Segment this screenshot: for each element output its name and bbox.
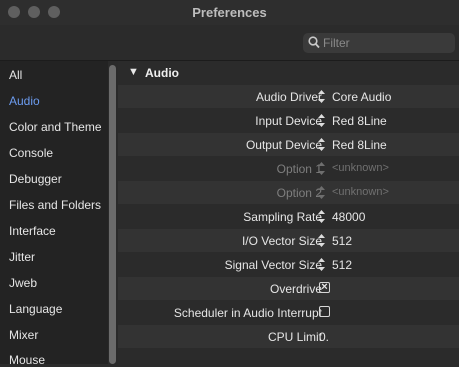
sidebar-item-mixer[interactable]: Mixer xyxy=(9,328,38,342)
setting-label: CPU Limit xyxy=(267,330,322,344)
setting-row-option-1: Option 1 <unknown> xyxy=(118,157,459,180)
stepper-icon[interactable] xyxy=(317,208,326,225)
setting-value[interactable]: Red 8Line xyxy=(332,138,387,152)
sidebar-item-interface[interactable]: Interface xyxy=(9,224,56,238)
setting-row-input-device: Input Device Red 8Line xyxy=(118,109,459,132)
setting-row-option-2: Option 2 <unknown> xyxy=(118,181,459,204)
setting-value[interactable]: Core Audio xyxy=(332,90,391,104)
stepper-icon[interactable] xyxy=(317,136,326,153)
setting-row-audio-driver: Audio Driver Core Audio xyxy=(118,85,459,108)
setting-row-overdrive: Overdrive × xyxy=(118,277,459,300)
search-icon xyxy=(308,36,320,54)
setting-label: Audio Driver xyxy=(255,90,322,104)
setting-label: Output Device xyxy=(245,138,322,152)
stepper-icon[interactable] xyxy=(317,112,326,129)
setting-value[interactable]: 512 xyxy=(332,234,352,248)
setting-row-io-vector-size: I/O Vector Size 512 xyxy=(118,229,459,252)
disclosure-triangle-icon[interactable]: ▼ xyxy=(128,66,139,78)
setting-value[interactable]: Red 8Line xyxy=(332,114,387,128)
setting-label: I/O Vector Size xyxy=(241,234,322,248)
setting-label: Overdrive xyxy=(269,282,322,296)
scheduler-in-audio-interrupt-checkbox[interactable] xyxy=(319,306,330,317)
overdrive-checkbox[interactable]: × xyxy=(319,281,330,293)
sidebar-item-language[interactable]: Language xyxy=(9,302,62,316)
sidebar-item-jweb[interactable]: Jweb xyxy=(9,276,37,290)
setting-value[interactable]: 512 xyxy=(332,258,352,272)
checkmark-x-icon: × xyxy=(321,281,328,293)
sidebar-item-files-and-folders[interactable]: Files and Folders xyxy=(9,198,101,212)
search-placeholder: Filter xyxy=(323,36,350,50)
sidebar-item-debugger[interactable]: Debugger xyxy=(9,172,62,186)
stepper-icon[interactable] xyxy=(317,88,326,105)
setting-row-signal-vector-size: Signal Vector Size 512 xyxy=(118,253,459,276)
section-title: Audio xyxy=(145,66,179,80)
sidebar-item-console[interactable]: Console xyxy=(9,146,53,160)
setting-label: Signal Vector Size xyxy=(224,258,322,272)
setting-label: Scheduler in Audio Interrupt xyxy=(173,306,322,320)
sidebar-item-audio[interactable]: Audio xyxy=(9,94,40,108)
stepper-icon[interactable] xyxy=(317,232,326,249)
setting-row-scheduler-in-audio-interrupt: Scheduler in Audio Interrupt xyxy=(118,301,459,324)
sidebar-item-mouse[interactable]: Mouse xyxy=(9,353,45,367)
window-title: Preferences xyxy=(192,5,267,20)
setting-row-cpu-limit: CPU Limit 0. xyxy=(118,325,459,348)
setting-row-output-device: Output Device Red 8Line xyxy=(118,133,459,156)
sidebar-item-color-and-theme[interactable]: Color and Theme xyxy=(9,120,102,134)
search-field[interactable]: Filter xyxy=(303,33,455,53)
setting-label: Input Device xyxy=(255,114,322,128)
sidebar-item-jitter[interactable]: Jitter xyxy=(9,250,35,264)
cpu-limit-field[interactable]: 0. xyxy=(319,330,329,344)
setting-label: Option 2 xyxy=(276,186,322,200)
section-header-audio[interactable]: ▼ Audio xyxy=(118,62,459,84)
stepper-icon[interactable] xyxy=(317,256,326,273)
setting-label: Sampling Rate xyxy=(243,210,322,224)
stepper-icon xyxy=(318,162,325,175)
sidebar-item-all[interactable]: All xyxy=(9,68,22,82)
sidebar: All Audio Color and Theme Console Debugg… xyxy=(0,61,108,367)
setting-value: <unknown> xyxy=(332,186,389,198)
setting-row-sampling-rate: Sampling Rate 48000 xyxy=(118,205,459,228)
setting-value[interactable]: 48000 xyxy=(332,210,365,224)
setting-value: <unknown> xyxy=(332,162,389,174)
stepper-icon xyxy=(318,186,325,199)
setting-label: Option 1 xyxy=(276,162,322,176)
sidebar-scrollbar-thumb[interactable] xyxy=(109,65,116,364)
title-bar: Preferences xyxy=(0,0,459,25)
